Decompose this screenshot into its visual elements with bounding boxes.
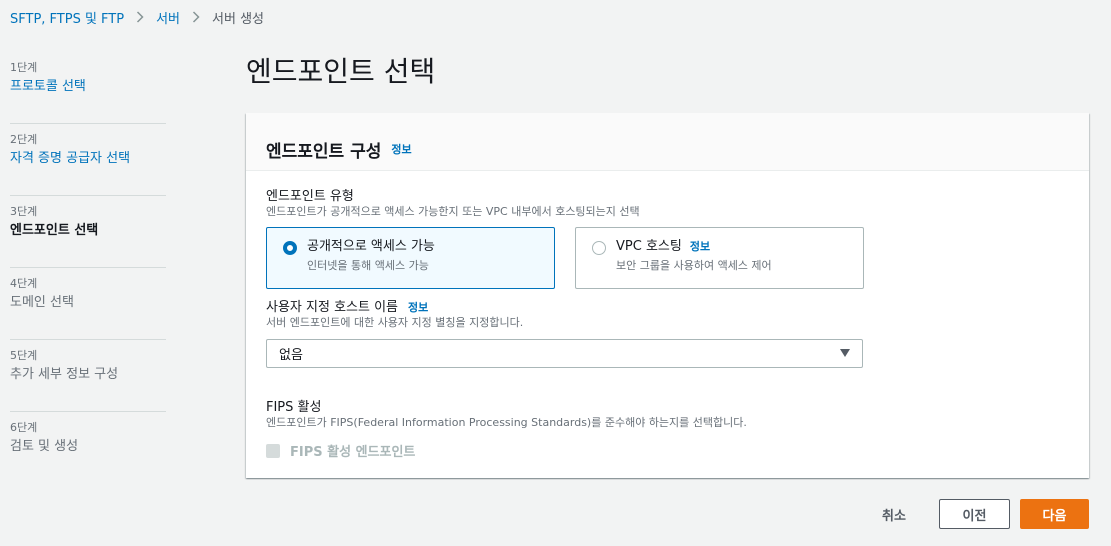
panel-info-link[interactable]: 정보	[391, 141, 411, 157]
previous-button[interactable]: 이전	[939, 499, 1010, 529]
custom-hostname-description: 서버 엔드포인트에 대한 사용자 지정 별칭을 지정합니다.	[266, 316, 524, 329]
tile-description: 보안 그룹을 사용하여 액세스 제어	[616, 259, 772, 272]
step-link-protocol[interactable]: 프로토콜 선택	[10, 78, 166, 96]
wizard-step-3: 3단계 엔드포인트 선택	[10, 196, 166, 268]
tile-title-row: VPC 호스팅 정보	[616, 238, 772, 256]
step-label-domain: 도메인 선택	[10, 295, 74, 310]
step-number: 1단계	[10, 61, 38, 74]
fips-description: 엔드포인트가 FIPS(Federal Information Processi…	[266, 416, 747, 429]
step-link-identity-provider[interactable]: 자격 증명 공급자 선택	[10, 150, 166, 168]
page-title: 엔드포인트 선택	[246, 55, 436, 88]
panel-title: 엔드포인트 구성	[266, 141, 382, 162]
next-button[interactable]: 다음	[1020, 499, 1089, 529]
panel-header: 엔드포인트 구성 정보	[246, 113, 1089, 171]
step-label-review: 검토 및 생성	[10, 439, 79, 454]
fips-label: FIPS 활성	[266, 400, 322, 415]
step-number: 6단계	[10, 421, 38, 434]
fips-checkbox-row: FIPS 활성 엔드포인트	[266, 441, 415, 460]
step-number: 2단계	[10, 133, 38, 146]
step-number: 5단계	[10, 349, 38, 362]
custom-hostname-select[interactable]: 없음	[266, 339, 863, 368]
tile-vpc-hosted[interactable]: VPC 호스팅 정보 보안 그룹을 사용하여 액세스 제어	[575, 227, 864, 289]
fips-checkbox[interactable]	[266, 443, 280, 458]
breadcrumb: SFTP, FTPS 및 FTP 서버 서버 생성	[10, 7, 264, 27]
endpoint-type-label: 엔드포인트 유형	[266, 189, 354, 204]
endpoint-type-field: 엔드포인트 유형 엔드포인트가 공개적으로 액세스 가능한지 또는 VPC 내부…	[266, 189, 640, 219]
wizard-step-2: 2단계 자격 증명 공급자 선택	[10, 124, 166, 196]
tile-description: 인터넷을 통해 액세스 가능	[307, 259, 429, 272]
step-current-endpoint: 엔드포인트 선택	[10, 223, 99, 238]
radio-unselected-icon[interactable]	[592, 241, 606, 255]
caret-down-icon	[840, 349, 850, 357]
tile-title: VPC 호스팅	[616, 239, 682, 254]
custom-hostname-label: 사용자 지정 호스트 이름	[266, 300, 398, 315]
select-value: 없음	[279, 348, 303, 363]
fips-field: FIPS 활성 엔드포인트가 FIPS(Federal Information …	[266, 400, 747, 430]
hostname-info-link[interactable]: 정보	[408, 300, 428, 316]
vpc-info-link[interactable]: 정보	[690, 238, 710, 256]
wizard-step-1: 1단계 프로토콜 선택	[10, 52, 166, 124]
tile-text: VPC 호스팅 정보 보안 그룹을 사용하여 액세스 제어	[616, 238, 772, 288]
tile-title: 공개적으로 액세스 가능	[307, 239, 435, 254]
breadcrumb-current: 서버 생성	[212, 11, 264, 27]
wizard-steps-nav: 1단계 프로토콜 선택 2단계 자격 증명 공급자 선택 3단계 엔드포인트 선…	[10, 52, 166, 484]
endpoint-configuration-panel: 엔드포인트 구성 정보 엔드포인트 유형 엔드포인트가 공개적으로 액세스 가능…	[246, 113, 1089, 478]
chevron-right-icon	[136, 11, 144, 23]
custom-hostname-field: 사용자 지정 호스트 이름 정보 서버 엔드포인트에 대한 사용자 지정 별칭을…	[266, 300, 523, 330]
endpoint-type-tiles: 공개적으로 액세스 가능 인터넷을 통해 액세스 가능 VPC 호스팅 정보 보…	[266, 227, 864, 289]
wizard-step-6: 6단계 검토 및 생성	[10, 412, 166, 484]
wizard-step-4: 4단계 도메인 선택	[10, 268, 166, 340]
tile-publicly-accessible[interactable]: 공개적으로 액세스 가능 인터넷을 통해 액세스 가능	[266, 227, 555, 289]
chevron-right-icon	[192, 11, 200, 23]
step-number: 4단계	[10, 277, 38, 290]
breadcrumb-link-servers[interactable]: 서버	[156, 8, 180, 27]
tile-text: 공개적으로 액세스 가능 인터넷을 통해 액세스 가능	[307, 238, 435, 288]
wizard-step-5: 5단계 추가 세부 정보 구성	[10, 340, 166, 412]
step-label-additional-details: 추가 세부 정보 구성	[10, 367, 119, 382]
fips-checkbox-label: FIPS 활성 엔드포인트	[290, 445, 416, 460]
radio-selected-icon[interactable]	[283, 241, 297, 255]
step-number: 3단계	[10, 205, 38, 218]
cancel-button[interactable]: 취소	[866, 499, 922, 529]
custom-hostname-label-row: 사용자 지정 호스트 이름 정보	[266, 300, 523, 316]
endpoint-type-description: 엔드포인트가 공개적으로 액세스 가능한지 또는 VPC 내부에서 호스팅되는지…	[266, 205, 640, 218]
breadcrumb-link-sftp[interactable]: SFTP, FTPS 및 FTP	[10, 8, 124, 27]
